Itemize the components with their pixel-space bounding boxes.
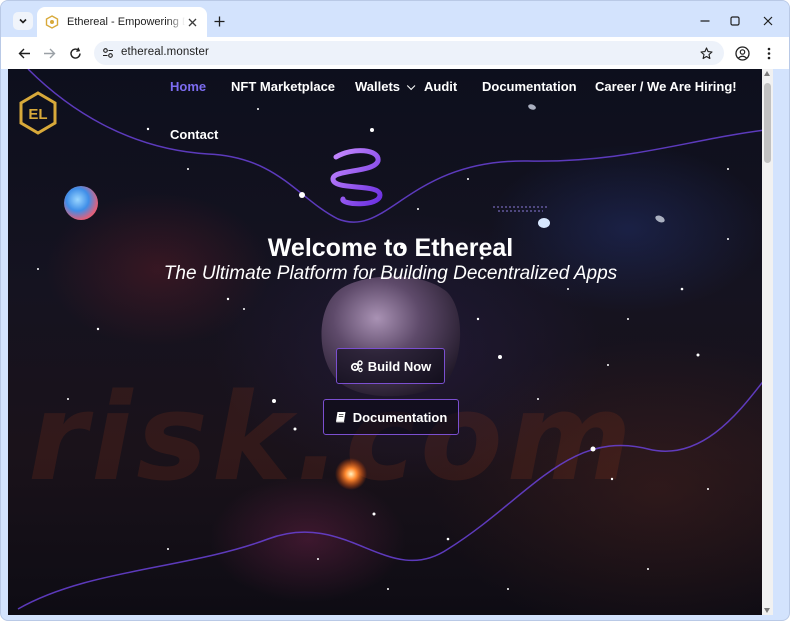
nav-nft-marketplace[interactable]: NFT Marketplace bbox=[231, 79, 335, 94]
close-window-button[interactable] bbox=[760, 13, 776, 29]
minimize-button[interactable] bbox=[697, 13, 713, 29]
logo-text: EL bbox=[28, 106, 47, 123]
nav-contact[interactable]: Contact bbox=[170, 127, 218, 142]
nav-audit[interactable]: Audit bbox=[424, 79, 457, 94]
tab-strip: Ethereal - Empowering Decentralized Apps bbox=[1, 1, 789, 37]
back-button[interactable] bbox=[15, 44, 33, 62]
book-icon bbox=[335, 411, 348, 424]
close-icon bbox=[763, 16, 773, 26]
ethereal-logo[interactable]: EL bbox=[18, 91, 58, 135]
tab-title: Ethereal - Empowering Decentralized Apps bbox=[67, 16, 185, 28]
browser-tab-active[interactable]: Ethereal - Empowering Decentralized Apps bbox=[37, 7, 207, 37]
browser-toolbar: ethereal.monster bbox=[1, 37, 789, 69]
build-now-button[interactable]: Build Now bbox=[336, 348, 445, 384]
scroll-down-arrow-icon[interactable] bbox=[764, 608, 770, 613]
starfield bbox=[37, 108, 729, 590]
gears-icon bbox=[350, 359, 363, 373]
nav-career[interactable]: Career / We Are Hiring! bbox=[595, 79, 737, 94]
more-vertical-icon bbox=[767, 47, 771, 59]
hero-subtitle: The Ultimate Platform for Building Decen… bbox=[163, 263, 618, 284]
address-bar[interactable]: ethereal.monster bbox=[94, 41, 724, 65]
bookmark-button[interactable] bbox=[698, 45, 714, 61]
nav-wallets[interactable]: Wallets bbox=[355, 79, 416, 94]
browser-menu-button[interactable] bbox=[760, 44, 778, 62]
minimize-icon bbox=[700, 20, 710, 22]
reload-icon bbox=[69, 47, 81, 59]
documentation-label: Documentation bbox=[352, 409, 448, 425]
build-now-label: Build Now bbox=[367, 358, 432, 374]
tab-close-button[interactable] bbox=[185, 15, 199, 29]
hero-title: Welcome to Ethereal bbox=[267, 234, 514, 262]
new-tab-button[interactable] bbox=[211, 13, 227, 29]
account-circle-icon bbox=[734, 45, 750, 61]
page-scrollbar[interactable] bbox=[762, 69, 773, 615]
ethereal-favicon-icon bbox=[45, 15, 59, 29]
browser-window: Ethereal - Empowering Decentralized Apps bbox=[0, 0, 790, 621]
close-icon bbox=[188, 18, 196, 26]
url-text[interactable]: ethereal.monster bbox=[121, 46, 209, 58]
tune-icon bbox=[103, 48, 113, 58]
maximize-button[interactable] bbox=[727, 13, 743, 29]
plus-icon bbox=[214, 16, 224, 26]
forward-button[interactable] bbox=[40, 44, 58, 62]
chevron-down-icon bbox=[19, 18, 27, 24]
arrow-left-icon bbox=[18, 48, 30, 58]
nav-home[interactable]: Home bbox=[170, 79, 206, 94]
arrow-right-icon bbox=[43, 48, 55, 58]
page-viewport: risk.com EL Home NFT Marketplace Wallets… bbox=[8, 69, 773, 615]
nav-wallets-label: Wallets bbox=[355, 79, 401, 94]
profile-button[interactable] bbox=[733, 44, 751, 62]
nav-documentation[interactable]: Documentation bbox=[482, 79, 577, 94]
reload-button[interactable] bbox=[66, 44, 84, 62]
scroll-thumb[interactable] bbox=[764, 83, 771, 163]
scroll-up-arrow-icon[interactable] bbox=[764, 71, 770, 76]
star-icon bbox=[699, 46, 713, 59]
documentation-button[interactable]: Documentation bbox=[323, 399, 459, 435]
maximize-icon bbox=[730, 16, 740, 26]
site-info-button[interactable] bbox=[100, 45, 116, 61]
tab-search-button[interactable] bbox=[13, 12, 33, 30]
